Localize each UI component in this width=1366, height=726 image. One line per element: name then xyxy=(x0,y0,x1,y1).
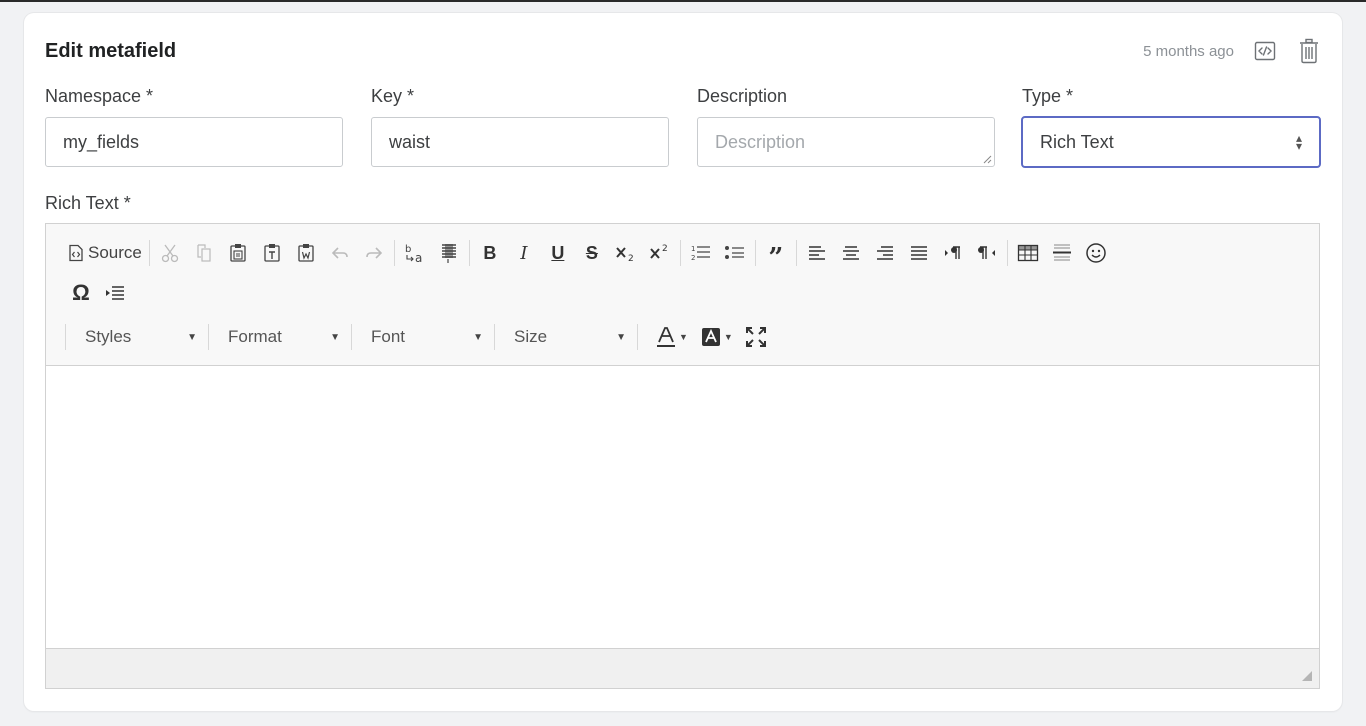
indent-icon[interactable] xyxy=(98,276,132,310)
paste-icon[interactable] xyxy=(221,236,255,270)
special-character-icon[interactable]: Ω xyxy=(64,276,98,310)
size-dropdown[interactable]: Size ▼ xyxy=(498,322,634,352)
source-button[interactable]: Source xyxy=(64,236,146,270)
type-select[interactable]: Rich Text ▴ ▾ xyxy=(1021,116,1321,168)
chevron-down-icon: ▼ xyxy=(330,331,340,343)
toolbar-separator xyxy=(468,240,470,266)
text-color-icon xyxy=(657,327,675,347)
resize-handle-icon[interactable] xyxy=(1301,670,1313,682)
namespace-label: Namespace * xyxy=(45,86,154,106)
maximize-icon[interactable] xyxy=(739,320,773,354)
toolbar-separator xyxy=(351,324,352,350)
toolbar-separator xyxy=(637,324,638,350)
key-label: Key * xyxy=(371,86,415,106)
select-all-icon[interactable] xyxy=(432,236,466,270)
editor-footer xyxy=(46,648,1319,688)
copy-icon[interactable] xyxy=(187,236,221,270)
card-meta: 5 months ago xyxy=(1143,37,1322,65)
toolbar-row-2: Ω xyxy=(64,276,132,310)
svg-text:2: 2 xyxy=(662,244,668,254)
bulleted-list-icon[interactable] xyxy=(718,236,752,270)
rich-text-editor: Source b a B I U S 2 2 1 2 ” Ω Styles ▼ … xyxy=(45,223,1320,689)
chevron-down-icon: ▼ xyxy=(616,331,626,343)
find-replace-icon[interactable]: ba xyxy=(398,236,432,270)
source-icon xyxy=(69,244,83,262)
bold-button[interactable]: B xyxy=(473,236,507,270)
rich-text-content-area[interactable] xyxy=(46,366,1319,650)
card-title: Edit metafield xyxy=(45,40,177,62)
align-left-icon[interactable] xyxy=(800,236,834,270)
justify-icon[interactable] xyxy=(902,236,936,270)
toolbar-row-1: Source b a B I U S 2 2 1 2 ” xyxy=(64,236,1113,273)
type-select-value: Rich Text xyxy=(1040,131,1114,152)
toolbar-separator xyxy=(65,324,66,350)
size-dropdown-label: Size xyxy=(514,327,548,346)
trash-icon[interactable] xyxy=(1296,37,1322,65)
underline-button[interactable]: U xyxy=(541,236,575,270)
edit-metafield-card: Edit metafield 5 months ago Namespace * … xyxy=(24,13,1342,711)
cut-icon[interactable] xyxy=(153,236,187,270)
source-label: Source xyxy=(88,243,142,262)
svg-text:a: a xyxy=(415,251,422,264)
type-label: Type * xyxy=(1022,86,1074,106)
numbered-list-icon[interactable]: 12 xyxy=(684,236,718,270)
chevron-down-icon: ▼ xyxy=(187,331,197,343)
key-input[interactable] xyxy=(371,117,669,167)
toolbar-separator xyxy=(1006,240,1008,266)
chevron-down-icon: ▼ xyxy=(473,331,483,343)
strikethrough-button[interactable]: S xyxy=(575,236,609,270)
code-icon[interactable] xyxy=(1252,37,1278,65)
namespace-input[interactable] xyxy=(45,117,343,167)
styles-dropdown[interactable]: Styles ▼ xyxy=(69,322,205,352)
background-color-button[interactable]: ▼ xyxy=(694,322,739,352)
redo-icon[interactable] xyxy=(357,236,391,270)
rich-text-label: Rich Text * xyxy=(45,193,131,213)
text-direction-rtl-icon[interactable] xyxy=(970,236,1004,270)
background-color-icon xyxy=(701,328,720,346)
description-textarea[interactable] xyxy=(697,117,995,167)
format-dropdown[interactable]: Format ▼ xyxy=(212,322,348,352)
toolbar-separator xyxy=(679,240,681,266)
select-arrows-icon: ▴ ▾ xyxy=(1295,131,1302,153)
subscript-icon[interactable]: 2 xyxy=(609,236,643,270)
emoji-icon[interactable] xyxy=(1079,236,1113,270)
table-icon[interactable] xyxy=(1011,236,1045,270)
blockquote-icon[interactable]: ” xyxy=(759,236,793,273)
window-top-border xyxy=(0,0,1366,2)
horizontal-rule-icon[interactable] xyxy=(1045,236,1079,270)
align-center-icon[interactable] xyxy=(834,236,868,270)
toolbar-row-3: Styles ▼ Format ▼ Font ▼ Size ▼ ▼ ▼ xyxy=(62,320,773,354)
paste-word-icon[interactable] xyxy=(289,236,323,270)
svg-text:1: 1 xyxy=(691,245,695,253)
description-label: Description xyxy=(697,86,788,106)
text-direction-ltr-icon[interactable] xyxy=(936,236,970,270)
toolbar-separator xyxy=(795,240,797,266)
italic-button[interactable]: I xyxy=(507,236,541,270)
paste-text-icon[interactable] xyxy=(255,236,289,270)
editor-toolbar: Source b a B I U S 2 2 1 2 ” Ω Styles ▼ … xyxy=(46,224,1319,366)
svg-text:2: 2 xyxy=(628,254,634,263)
text-color-button[interactable]: ▼ xyxy=(649,322,694,352)
svg-text:b: b xyxy=(405,244,411,255)
format-dropdown-label: Format xyxy=(228,327,282,346)
styles-dropdown-label: Styles xyxy=(85,327,132,346)
resize-handle-icon[interactable] xyxy=(982,154,992,164)
font-dropdown-label: Font xyxy=(371,327,406,346)
toolbar-separator xyxy=(148,240,150,266)
superscript-icon[interactable]: 2 xyxy=(643,236,677,270)
chevron-down-icon: ▼ xyxy=(679,332,688,342)
font-dropdown[interactable]: Font ▼ xyxy=(355,322,491,352)
svg-text:2: 2 xyxy=(691,254,695,262)
align-right-icon[interactable] xyxy=(868,236,902,270)
toolbar-separator xyxy=(494,324,495,350)
undo-icon[interactable] xyxy=(323,236,357,270)
toolbar-separator xyxy=(754,240,756,266)
chevron-down-icon: ▼ xyxy=(723,332,733,342)
last-updated-timestamp: 5 months ago xyxy=(1143,42,1234,60)
toolbar-separator xyxy=(208,324,209,350)
toolbar-separator xyxy=(393,240,395,266)
